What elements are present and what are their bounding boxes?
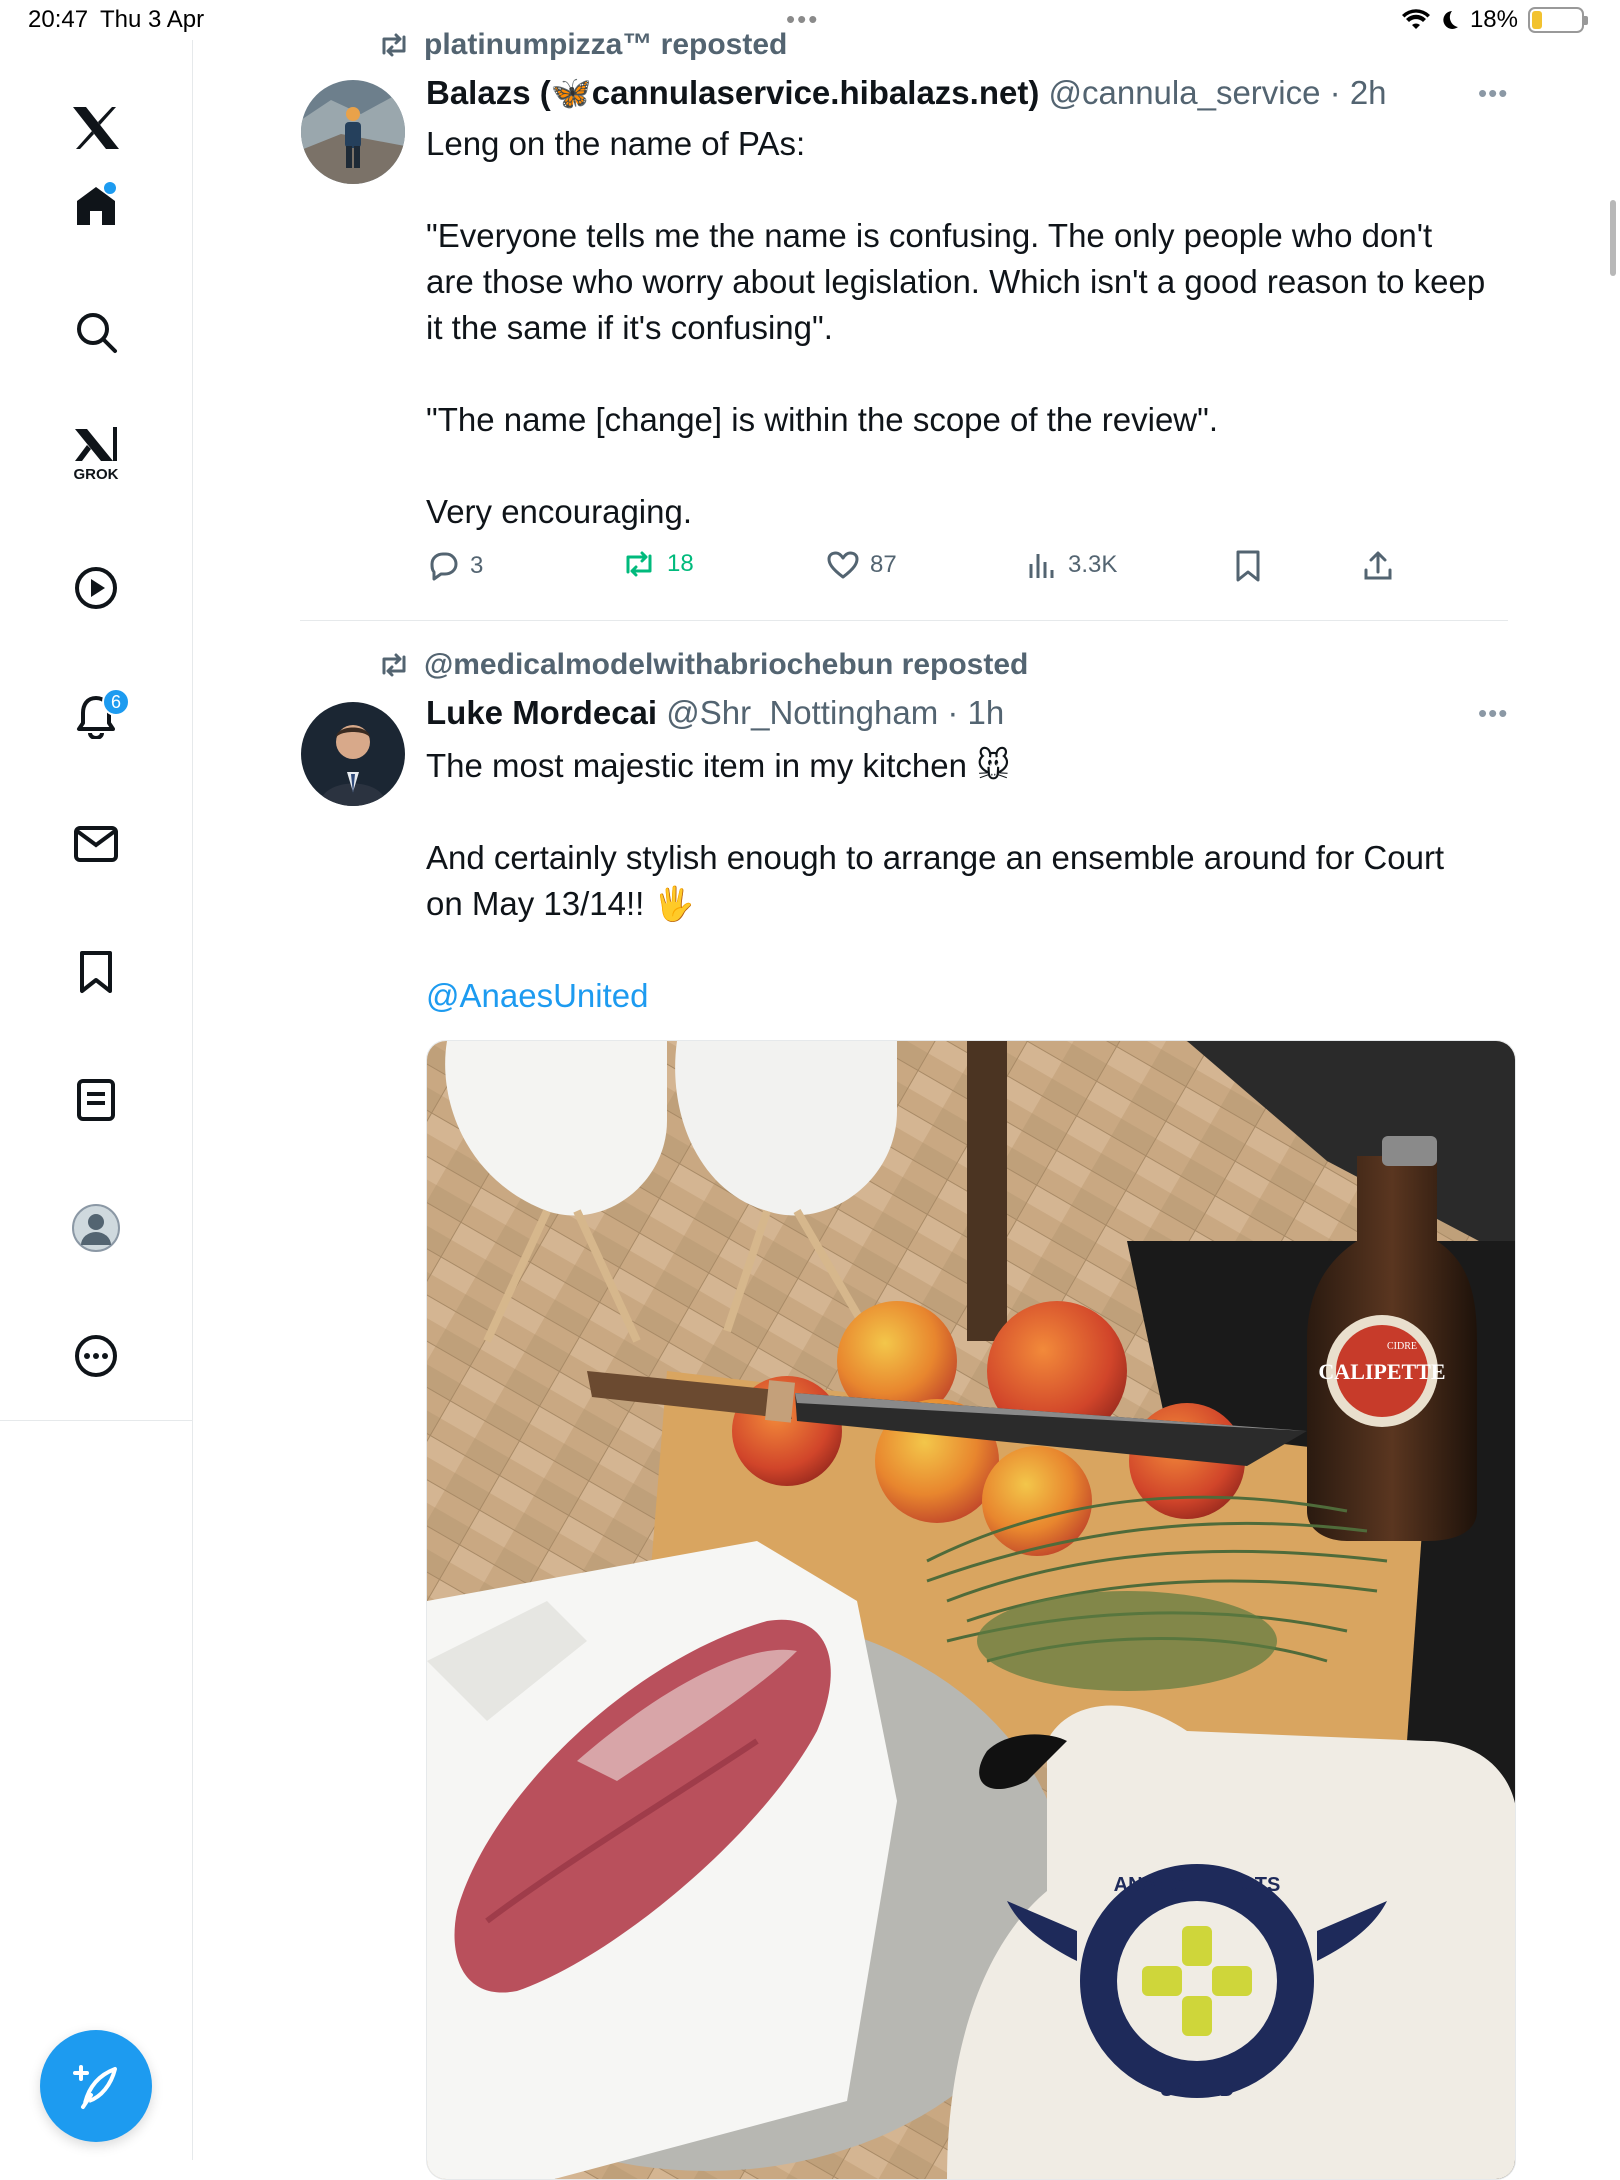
tweet-photo[interactable]: CALIPETTE CIDRE ANAESTHETISTS UNITED <box>426 1040 1516 2180</box>
reposted-by-label[interactable]: platinumpizza™ reposted <box>424 28 787 62</box>
lists-icon[interactable] <box>60 1064 132 1136</box>
home-icon[interactable] <box>60 170 132 242</box>
reply-button[interactable]: 3 <box>426 550 483 582</box>
sidebar-divider <box>0 1420 192 1421</box>
more-options-dots-icon[interactable]: ••• <box>1478 78 1508 109</box>
views-button[interactable]: 3.3K <box>1026 550 1117 580</box>
reply-icon <box>430 552 458 581</box>
display-name[interactable]: Luke Mordecai <box>426 694 657 731</box>
notifications-badge: 6 <box>102 688 130 716</box>
tweet-1[interactable]: platinumpizza™ reposted Balazs (🦋cannula… <box>193 0 1513 620</box>
heart-icon <box>827 551 859 579</box>
like-count: 87 <box>870 551 897 578</box>
tweet-text-line1: The most majestic item in my kitchen 🐭 <box>426 747 1011 784</box>
bottle-brand-text: CALIPETTE <box>1318 1359 1445 1384</box>
battery-icon <box>1528 7 1588 33</box>
bookmark-button[interactable] <box>1234 550 1262 582</box>
views-bar-chart-icon <box>1029 554 1054 578</box>
user-handle[interactable]: @cannula_service <box>1049 74 1321 111</box>
avatar[interactable] <box>301 80 405 184</box>
tweet-separator <box>300 620 1508 621</box>
messages-envelope-icon[interactable] <box>60 808 132 880</box>
video-play-icon[interactable] <box>60 552 132 624</box>
more-options-icon[interactable] <box>60 1320 132 1392</box>
grok-icon[interactable]: GROK <box>60 418 132 490</box>
compose-post-button[interactable] <box>40 2030 152 2142</box>
repost-icon <box>382 33 406 57</box>
grok-label: GROK <box>73 466 119 483</box>
reposted-by-label[interactable]: @medicalmodelwithabriochebun reposted <box>424 648 1028 682</box>
repost-icon <box>626 551 652 577</box>
user-handle[interactable]: @Shr_Nottingham <box>666 694 938 731</box>
search-icon[interactable] <box>60 296 132 368</box>
view-count: 3.3K <box>1068 551 1118 578</box>
post-time[interactable]: · 2h <box>1330 74 1387 111</box>
bookmarks-icon[interactable] <box>60 936 132 1008</box>
glove-bottom-text: UNITED <box>1160 2079 1234 2101</box>
reply-count: 3 <box>470 552 484 579</box>
notifications-bell-icon[interactable]: 6 <box>60 680 132 752</box>
tweet-header: Balazs (🦋cannulaservice.hibalazs.net) @c… <box>426 74 1387 113</box>
repost-indicator: @medicalmodelwithabriochebun reposted <box>378 648 1028 682</box>
like-button[interactable]: 87 <box>826 550 897 580</box>
tweet-header: Luke Mordecai @Shr_Nottingham · 1h <box>426 694 1004 732</box>
bookmark-icon <box>1236 550 1260 582</box>
repost-button[interactable]: 18 <box>621 550 694 578</box>
display-name[interactable]: Balazs (🦋cannulaservice.hibalazs.net) <box>426 74 1039 111</box>
post-time[interactable]: · 1h <box>947 694 1004 731</box>
kitchen-photo: CALIPETTE CIDRE ANAESTHETISTS UNITED <box>427 1041 1515 2179</box>
glove-top-text: ANAESTHETISTS <box>1114 1874 1281 1896</box>
avatar[interactable] <box>301 702 405 806</box>
home-unread-dot <box>104 182 116 194</box>
status-date: Thu 3 Apr <box>100 6 205 33</box>
tweet-actions: 3 18 87 3.3K <box>426 550 1406 594</box>
profile-avatar-icon[interactable] <box>60 1192 132 1264</box>
repost-indicator: platinumpizza™ reposted <box>378 28 787 62</box>
share-upload-icon <box>1364 551 1392 580</box>
compose-feather-icon <box>73 2065 117 2109</box>
scrollbar[interactable] <box>1610 200 1616 276</box>
mention-link[interactable]: @AnaesUnited <box>426 973 1486 1019</box>
timeline-feed: platinumpizza™ reposted Balazs (🦋cannula… <box>193 0 1516 2180</box>
more-options-dots-icon[interactable]: ••• <box>1478 698 1508 729</box>
repost-icon <box>382 653 406 677</box>
tweet-text-line2: And certainly stylish enough to arrange … <box>426 839 1454 922</box>
status-time: 20:47 <box>28 6 89 33</box>
repost-count: 18 <box>667 550 694 577</box>
share-button[interactable] <box>1362 550 1394 582</box>
bottle-sub-text: CIDRE <box>1387 1341 1417 1352</box>
sidebar: GROK 6 <box>0 40 193 2160</box>
tweet-text: Leng on the name of PAs: "Everyone tells… <box>426 125 1486 530</box>
x-logo-icon[interactable] <box>60 92 132 164</box>
